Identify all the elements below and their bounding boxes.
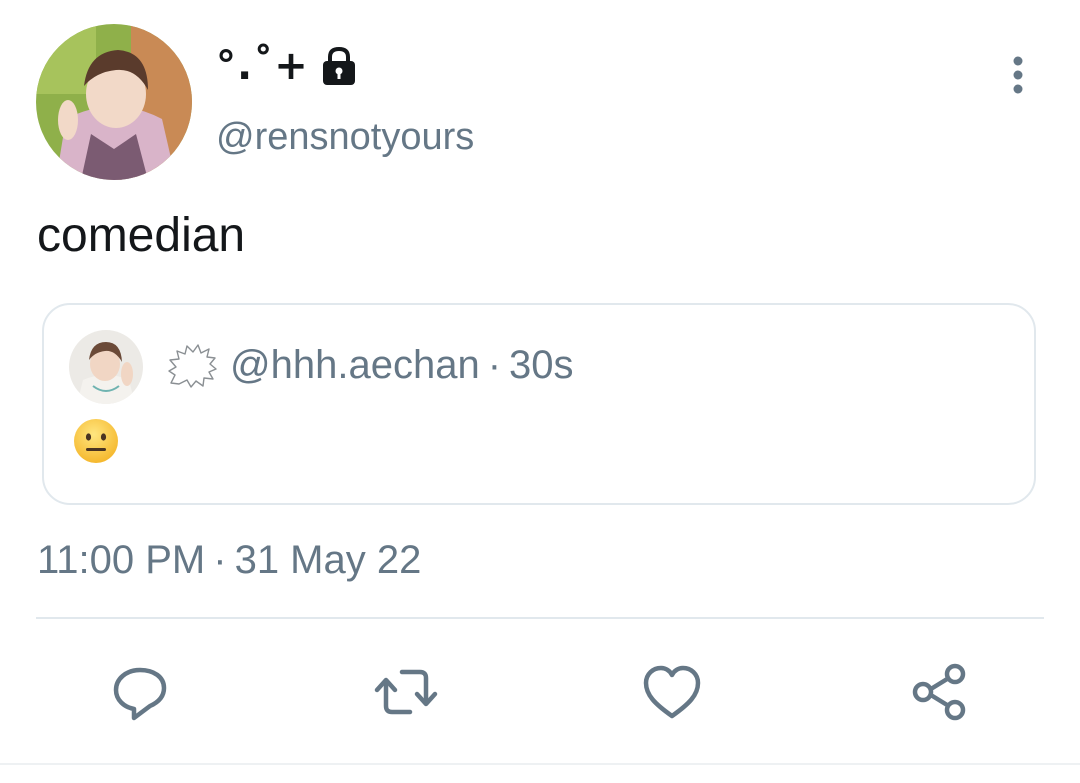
more-vertical-icon: [1013, 56, 1023, 94]
share-icon: [912, 663, 966, 721]
timestamp-separator: ·: [213, 538, 227, 582]
like-button[interactable]: [638, 658, 706, 726]
speech-bubble-icon: [165, 343, 219, 393]
quoted-tweet-card[interactable]: @hhh.aechan · 30s: [42, 303, 1036, 505]
bottom-divider: [0, 763, 1080, 765]
retweet-button[interactable]: [372, 658, 440, 726]
display-name-symbols: °.˚+: [216, 43, 309, 89]
author-display-name[interactable]: °.˚+: [216, 42, 361, 90]
neutral-face-emoji: [72, 417, 120, 465]
quoted-handle[interactable]: @hhh.aechan: [230, 343, 480, 387]
share-button[interactable]: [905, 658, 973, 726]
tweet-text: comedian: [37, 209, 246, 262]
retweet-icon: [374, 669, 438, 715]
quoted-separator: ·: [487, 343, 502, 387]
author-avatar[interactable]: [36, 24, 192, 180]
reply-icon: [113, 667, 167, 721]
more-options-button[interactable]: [998, 52, 1038, 98]
quoted-age: 30s: [509, 343, 574, 387]
action-bar: [0, 650, 1080, 730]
quoted-author-avatar[interactable]: [69, 330, 143, 404]
like-icon: [643, 665, 701, 719]
reply-button[interactable]: [106, 658, 174, 726]
tweet-timestamp: 11:00 PM · 31 May 22: [37, 538, 421, 583]
tweet-time: 11:00 PM: [37, 538, 206, 582]
divider: [36, 617, 1044, 619]
lock-icon: [317, 44, 361, 88]
author-handle[interactable]: @rensnotyours: [216, 116, 474, 159]
tweet-date: 31 May 22: [234, 538, 422, 582]
quoted-meta: @hhh.aechan · 30s: [230, 343, 574, 388]
